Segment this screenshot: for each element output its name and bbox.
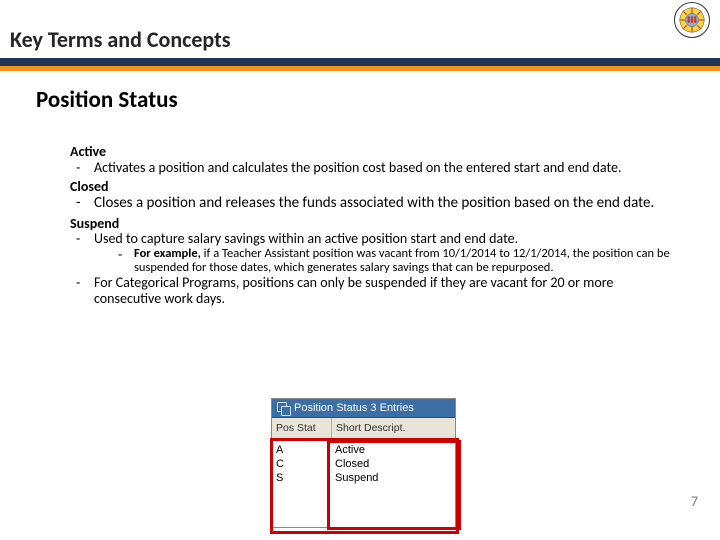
rule-navy: [0, 58, 720, 66]
bullet-dash: -: [76, 275, 94, 306]
table-header: Pos Stat Short Descript.: [272, 418, 455, 439]
callout-box-inner: [327, 440, 461, 530]
col-short-desc: Short Descript.: [332, 418, 455, 438]
window-titlebar: Position Status 3 Entries: [272, 399, 455, 418]
suspend-b2: For Categorical Programs, positions can …: [94, 275, 672, 306]
bullet-dash: -: [118, 247, 134, 275]
suspend-b1: Used to capture salary savings within an…: [94, 231, 672, 247]
body-text: Active - Activates a position and calcul…: [70, 140, 672, 307]
closed-desc: Closes a position and releases the funds…: [94, 195, 672, 212]
term-suspend: Suspend: [70, 216, 672, 232]
window-title: Position Status 3 Entries: [294, 399, 414, 417]
page-number: 7: [691, 493, 698, 510]
example-label: For example,: [134, 246, 201, 261]
slide-heading: Position Status: [36, 86, 178, 114]
example-text: if a Teacher Assistant position was vaca…: [134, 246, 670, 275]
rule-orange: [0, 66, 720, 71]
window-icon: [276, 401, 290, 415]
bullet-dash: -: [76, 231, 94, 247]
active-desc: Activates a position and calculates the …: [94, 160, 672, 176]
bullet-dash: -: [76, 195, 94, 212]
col-pos-stat: Pos Stat: [272, 418, 332, 438]
bullet-dash: -: [76, 160, 94, 176]
term-active: Active: [70, 144, 672, 160]
org-logo: [674, 2, 710, 38]
section-title: Key Terms and Concepts: [10, 26, 231, 53]
term-closed: Closed: [70, 179, 672, 195]
suspend-example: For example, if a Teacher Assistant posi…: [134, 247, 672, 275]
